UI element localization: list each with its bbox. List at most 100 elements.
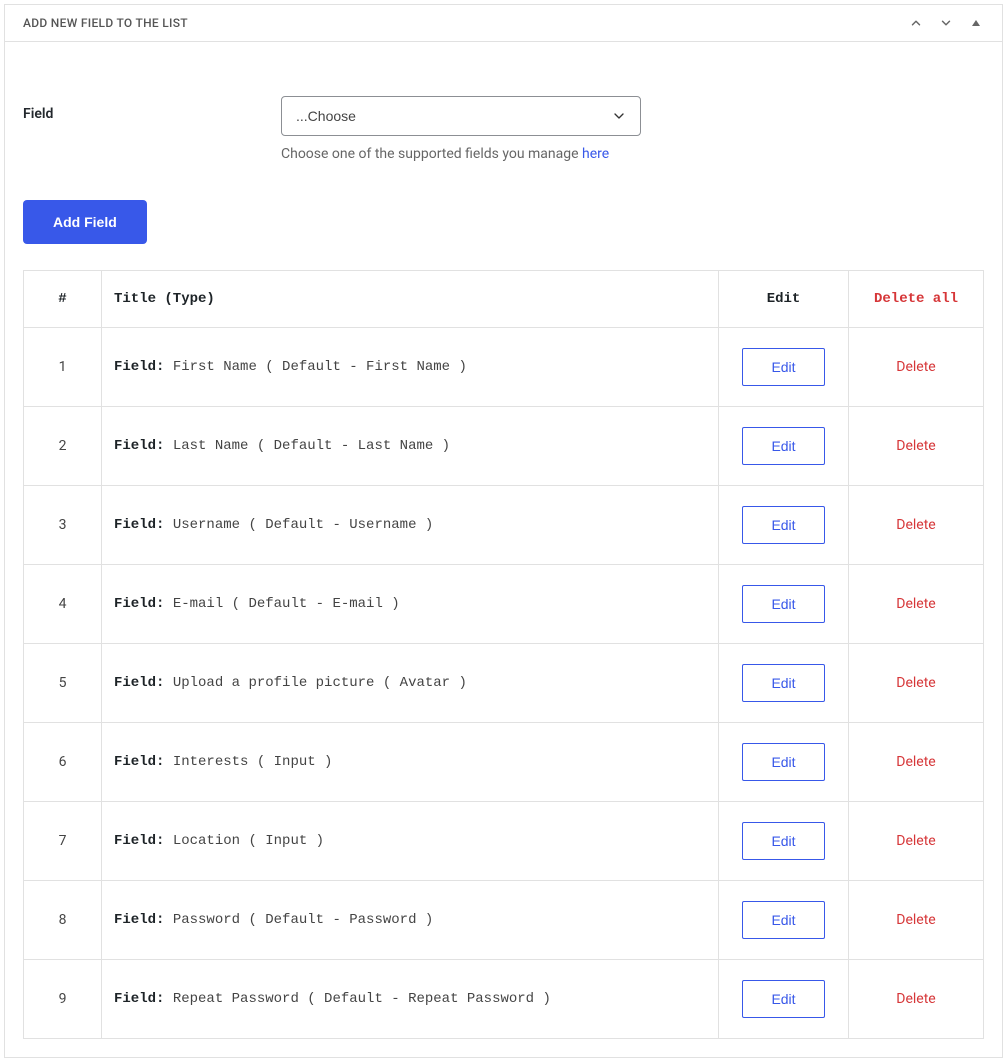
table-row: 2 Field: Last Name ( Default - Last Name … bbox=[24, 407, 984, 486]
row-field-label: Field: bbox=[114, 833, 164, 849]
delete-link[interactable]: Delete bbox=[896, 596, 935, 612]
row-index-value: 8 bbox=[59, 912, 67, 928]
row-title-text: Upload a profile picture ( Avatar ) bbox=[173, 675, 467, 691]
delete-link[interactable]: Delete bbox=[896, 912, 935, 928]
row-field-label: Field: bbox=[114, 991, 164, 1007]
row-index: 5 bbox=[24, 644, 102, 723]
chevron-up-icon[interactable] bbox=[908, 15, 924, 31]
delete-link[interactable]: Delete bbox=[896, 833, 935, 849]
triangle-up-icon[interactable] bbox=[968, 15, 984, 31]
edit-button[interactable]: Edit bbox=[742, 427, 824, 465]
row-edit-cell: Edit bbox=[719, 328, 849, 407]
row-title-cell: Field: Password ( Default - Password ) bbox=[102, 881, 719, 960]
table-row: 8 Field: Password ( Default - Password ) E… bbox=[24, 881, 984, 960]
edit-button[interactable]: Edit bbox=[742, 585, 824, 623]
row-title-cell: Field: Interests ( Input ) bbox=[102, 723, 719, 802]
row-index-value: 2 bbox=[59, 438, 67, 454]
row-index: 6 bbox=[24, 723, 102, 802]
delete-link[interactable]: Delete bbox=[896, 438, 935, 454]
row-index: 9 bbox=[24, 960, 102, 1039]
edit-button[interactable]: Edit bbox=[742, 664, 824, 702]
helper-text: Choose one of the supported fields you m… bbox=[281, 146, 641, 162]
edit-button[interactable]: Edit bbox=[742, 506, 824, 544]
row-field-label: Field: bbox=[114, 359, 164, 375]
row-index: 4 bbox=[24, 565, 102, 644]
col-title-header: Title (Type) bbox=[102, 271, 719, 328]
field-row: Field ...Choose Choose one of the suppor… bbox=[23, 60, 984, 192]
row-edit-cell: Edit bbox=[719, 407, 849, 486]
row-title-text: E-mail ( Default - E-mail ) bbox=[173, 596, 400, 612]
row-field-label: Field: bbox=[114, 912, 164, 928]
fields-table: # Title (Type) Edit Delete all 1 Field: F… bbox=[23, 270, 984, 1039]
field-label: Field bbox=[23, 96, 281, 122]
edit-button[interactable]: Edit bbox=[742, 348, 824, 386]
delete-link[interactable]: Delete bbox=[896, 675, 935, 691]
row-edit-cell: Edit bbox=[719, 565, 849, 644]
row-field-label: Field: bbox=[114, 596, 164, 612]
row-title-cell: Field: Upload a profile picture ( Avatar… bbox=[102, 644, 719, 723]
add-field-panel: ADD NEW FIELD TO THE LIST Field ...Choos… bbox=[4, 4, 1003, 1058]
edit-button[interactable]: Edit bbox=[742, 743, 824, 781]
table-row: 4 Field: E-mail ( Default - E-mail ) Edit D… bbox=[24, 565, 984, 644]
edit-button[interactable]: Edit bbox=[742, 901, 824, 939]
row-field-label: Field: bbox=[114, 517, 164, 533]
chevron-down-icon[interactable] bbox=[938, 15, 954, 31]
row-title-cell: Field: E-mail ( Default - E-mail ) bbox=[102, 565, 719, 644]
field-select-wrap: ...Choose bbox=[281, 96, 641, 136]
table-row: 9 Field: Repeat Password ( Default - Repe… bbox=[24, 960, 984, 1039]
row-edit-cell: Edit bbox=[719, 486, 849, 565]
table-row: 6 Field: Interests ( Input ) Edit Delete bbox=[24, 723, 984, 802]
col-delete-all-header[interactable]: Delete all bbox=[849, 271, 984, 328]
row-delete-cell: Delete bbox=[849, 881, 984, 960]
row-title-cell: Field: Last Name ( Default - Last Name ) bbox=[102, 407, 719, 486]
row-index-value: 3 bbox=[59, 517, 67, 533]
row-title-cell: Field: Repeat Password ( Default - Repea… bbox=[102, 960, 719, 1039]
delete-link[interactable]: Delete bbox=[896, 359, 935, 375]
row-index: 8 bbox=[24, 881, 102, 960]
row-title-cell: Field: First Name ( Default - First Name… bbox=[102, 328, 719, 407]
row-edit-cell: Edit bbox=[719, 881, 849, 960]
table-row: 5 Field: Upload a profile picture ( Avata… bbox=[24, 644, 984, 723]
row-edit-cell: Edit bbox=[719, 802, 849, 881]
table-header-row: # Title (Type) Edit Delete all bbox=[24, 271, 984, 328]
row-edit-cell: Edit bbox=[719, 644, 849, 723]
row-index-value: 4 bbox=[59, 596, 67, 612]
col-index-header: # bbox=[24, 271, 102, 328]
edit-button[interactable]: Edit bbox=[742, 822, 824, 860]
table-row: 1 Field: First Name ( Default - First Nam… bbox=[24, 328, 984, 407]
row-title-text: Last Name ( Default - Last Name ) bbox=[173, 438, 450, 454]
helper-prefix: Choose one of the supported fields you m… bbox=[281, 146, 582, 162]
edit-button[interactable]: Edit bbox=[742, 980, 824, 1018]
row-index: 2 bbox=[24, 407, 102, 486]
row-title-cell: Field: Location ( Input ) bbox=[102, 802, 719, 881]
row-delete-cell: Delete bbox=[849, 644, 984, 723]
delete-link[interactable]: Delete bbox=[896, 517, 935, 533]
row-title-text: Location ( Input ) bbox=[173, 833, 324, 849]
row-delete-cell: Delete bbox=[849, 565, 984, 644]
row-title-cell: Field: Username ( Default - Username ) bbox=[102, 486, 719, 565]
delete-link[interactable]: Delete bbox=[896, 754, 935, 770]
row-index-value: 1 bbox=[59, 359, 67, 375]
row-delete-cell: Delete bbox=[849, 723, 984, 802]
helper-link[interactable]: here bbox=[582, 146, 609, 162]
row-index-value: 5 bbox=[59, 675, 67, 691]
table-row: 3 Field: Username ( Default - Username ) E… bbox=[24, 486, 984, 565]
row-title-text: First Name ( Default - First Name ) bbox=[173, 359, 467, 375]
row-index-value: 9 bbox=[59, 991, 67, 1007]
row-delete-cell: Delete bbox=[849, 407, 984, 486]
add-field-button[interactable]: Add Field bbox=[23, 200, 147, 244]
row-index: 3 bbox=[24, 486, 102, 565]
row-edit-cell: Edit bbox=[719, 723, 849, 802]
field-control: ...Choose Choose one of the supported fi… bbox=[281, 96, 641, 162]
row-index-value: 7 bbox=[59, 833, 67, 849]
delete-link[interactable]: Delete bbox=[896, 991, 935, 1007]
row-edit-cell: Edit bbox=[719, 960, 849, 1039]
row-title-text: Interests ( Input ) bbox=[173, 754, 333, 770]
table-row: 7 Field: Location ( Input ) Edit Delete bbox=[24, 802, 984, 881]
row-index: 7 bbox=[24, 802, 102, 881]
panel-controls bbox=[908, 15, 984, 31]
row-title-text: Password ( Default - Password ) bbox=[173, 912, 433, 928]
row-delete-cell: Delete bbox=[849, 328, 984, 407]
row-index-value: 6 bbox=[59, 754, 67, 770]
field-select[interactable]: ...Choose bbox=[281, 96, 641, 136]
